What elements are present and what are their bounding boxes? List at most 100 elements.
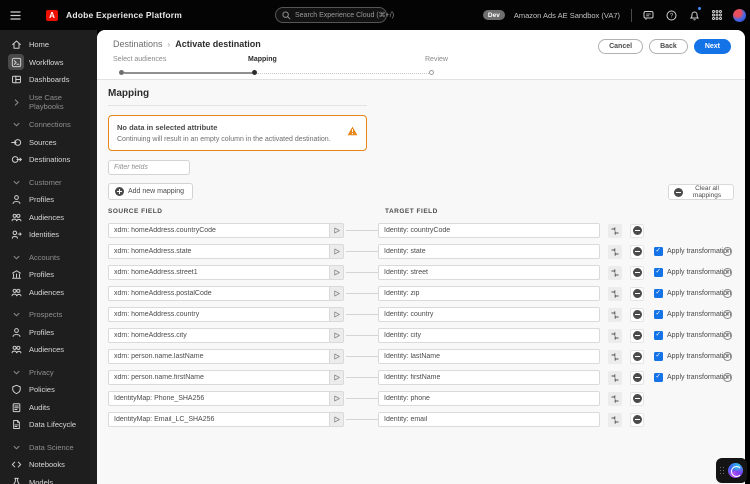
select-identity-namespace-button[interactable] — [608, 286, 622, 301]
remove-mapping-button[interactable] — [630, 244, 644, 259]
step-select-audiences[interactable]: Select audiences — [113, 56, 166, 63]
source-field-input[interactable] — [108, 223, 330, 238]
source-field-input[interactable] — [108, 370, 330, 385]
remove-mapping-button[interactable] — [630, 265, 644, 280]
map-function-button[interactable] — [330, 349, 344, 364]
drag-handle-icon[interactable] — [720, 466, 725, 475]
sidebar-item-audiences[interactable]: Audiences — [0, 284, 97, 302]
sidebar-item-connections[interactable]: Connections — [0, 116, 97, 134]
sidebar-item-sources[interactable]: Sources — [0, 134, 97, 152]
info-icon[interactable]: i — [723, 289, 732, 298]
info-icon[interactable]: i — [723, 310, 732, 319]
target-field-input[interactable] — [378, 391, 600, 406]
sidebar-item-audiences[interactable]: Audiences — [0, 209, 97, 227]
info-icon[interactable]: i — [723, 373, 732, 382]
source-field-input[interactable] — [108, 391, 330, 406]
select-identity-namespace-button[interactable] — [608, 244, 622, 259]
map-function-button[interactable] — [330, 286, 344, 301]
sidebar-item-accounts[interactable]: Accounts — [0, 249, 97, 267]
target-field-input[interactable] — [378, 265, 600, 280]
sidebar-item-audits[interactable]: Audits — [0, 399, 97, 417]
sidebar-item-notebooks[interactable]: Notebooks — [0, 456, 97, 474]
apply-transformation-checkbox[interactable]: ✓ — [654, 289, 663, 298]
apply-transformation-checkbox[interactable]: ✓ — [654, 373, 663, 382]
step-mapping[interactable]: Mapping — [248, 56, 277, 63]
sidebar-item-profiles[interactable]: Profiles — [0, 191, 97, 209]
sidebar-item-policies[interactable]: Policies — [0, 381, 97, 399]
step-review[interactable]: Review — [425, 56, 448, 63]
sidebar-item-profiles[interactable]: Profiles — [0, 324, 97, 342]
select-identity-namespace-button[interactable] — [608, 349, 622, 364]
map-function-button[interactable] — [330, 223, 344, 238]
apps-grid-icon[interactable] — [710, 8, 724, 22]
sidebar-item-workflows[interactable]: Workflows — [0, 54, 97, 72]
help-icon[interactable]: ? — [664, 8, 678, 22]
map-function-button[interactable] — [330, 370, 344, 385]
select-identity-namespace-button[interactable] — [608, 370, 622, 385]
map-function-button[interactable] — [330, 391, 344, 406]
select-identity-namespace-button[interactable] — [608, 307, 622, 322]
sandbox-selector[interactable]: Amazon Ads AE Sandbox (VA7) — [514, 11, 620, 20]
select-identity-namespace-button[interactable] — [608, 223, 622, 238]
remove-mapping-button[interactable] — [630, 391, 644, 406]
sidebar-item-prospects[interactable]: Prospects — [0, 306, 97, 324]
sidebar-item-audiences[interactable]: Audiences — [0, 341, 97, 359]
select-identity-namespace-button[interactable] — [608, 412, 622, 427]
apply-transformation-checkbox[interactable]: ✓ — [654, 310, 663, 319]
map-function-button[interactable] — [330, 307, 344, 322]
target-field-input[interactable] — [378, 223, 600, 238]
map-function-button[interactable] — [330, 265, 344, 280]
apply-transformation-checkbox[interactable]: ✓ — [654, 268, 663, 277]
target-field-input[interactable] — [378, 307, 600, 322]
target-field-input[interactable] — [378, 328, 600, 343]
source-field-input[interactable] — [108, 412, 330, 427]
sidebar-item-privacy[interactable]: Privacy — [0, 364, 97, 382]
remove-mapping-button[interactable] — [630, 412, 644, 427]
select-identity-namespace-button[interactable] — [608, 391, 622, 406]
map-function-button[interactable] — [330, 412, 344, 427]
sidebar-item-profiles[interactable]: Profiles — [0, 266, 97, 284]
apply-transformation-checkbox[interactable]: ✓ — [654, 247, 663, 256]
target-field-input[interactable] — [378, 349, 600, 364]
breadcrumb-destinations[interactable]: Destinations — [113, 39, 163, 49]
menu-icon[interactable] — [0, 10, 30, 20]
sidebar-item-identities[interactable]: Identities — [0, 226, 97, 244]
notifications-icon[interactable] — [687, 6, 702, 22]
target-field-input[interactable] — [378, 244, 600, 259]
info-icon[interactable]: i — [723, 247, 732, 256]
sidebar-item-data-science[interactable]: Data Science — [0, 439, 97, 457]
map-function-button[interactable] — [330, 244, 344, 259]
select-identity-namespace-button[interactable] — [608, 265, 622, 280]
source-field-input[interactable] — [108, 286, 330, 301]
target-field-input[interactable] — [378, 370, 600, 385]
apply-transformation-checkbox[interactable]: ✓ — [654, 331, 663, 340]
ai-assistant-button[interactable] — [716, 458, 747, 483]
add-new-mapping-button[interactable]: Add new mapping — [108, 183, 194, 200]
remove-mapping-button[interactable] — [630, 349, 644, 364]
global-search-input[interactable]: Search Experience Cloud (⌘+/) — [275, 7, 394, 23]
source-field-input[interactable] — [108, 244, 330, 259]
remove-mapping-button[interactable] — [630, 286, 644, 301]
clear-all-mappings-button[interactable]: Clear all mappings — [668, 184, 734, 200]
feedback-icon[interactable] — [641, 8, 655, 22]
info-icon[interactable]: i — [723, 352, 732, 361]
source-field-input[interactable] — [108, 307, 330, 322]
target-field-input[interactable] — [378, 412, 600, 427]
target-field-input[interactable] — [378, 286, 600, 301]
cancel-button[interactable]: Cancel — [598, 39, 644, 54]
filter-fields-input[interactable] — [108, 160, 190, 175]
sidebar-item-models[interactable]: Models — [0, 474, 97, 484]
source-field-input[interactable] — [108, 328, 330, 343]
sidebar-item-destinations[interactable]: Destinations — [0, 151, 97, 169]
info-icon[interactable]: i — [723, 268, 732, 277]
remove-mapping-button[interactable] — [630, 370, 644, 385]
remove-mapping-button[interactable] — [630, 223, 644, 238]
select-identity-namespace-button[interactable] — [608, 328, 622, 343]
sidebar-item-use-case-playbooks[interactable]: Use Case Playbooks — [0, 93, 97, 111]
sidebar-item-customer[interactable]: Customer — [0, 174, 97, 192]
adobe-logo-icon[interactable]: A — [46, 9, 58, 21]
remove-mapping-button[interactable] — [630, 307, 644, 322]
sidebar-item-data-lifecycle[interactable]: Data Lifecycle — [0, 416, 97, 434]
next-button[interactable]: Next — [693, 39, 731, 54]
source-field-input[interactable] — [108, 265, 330, 280]
